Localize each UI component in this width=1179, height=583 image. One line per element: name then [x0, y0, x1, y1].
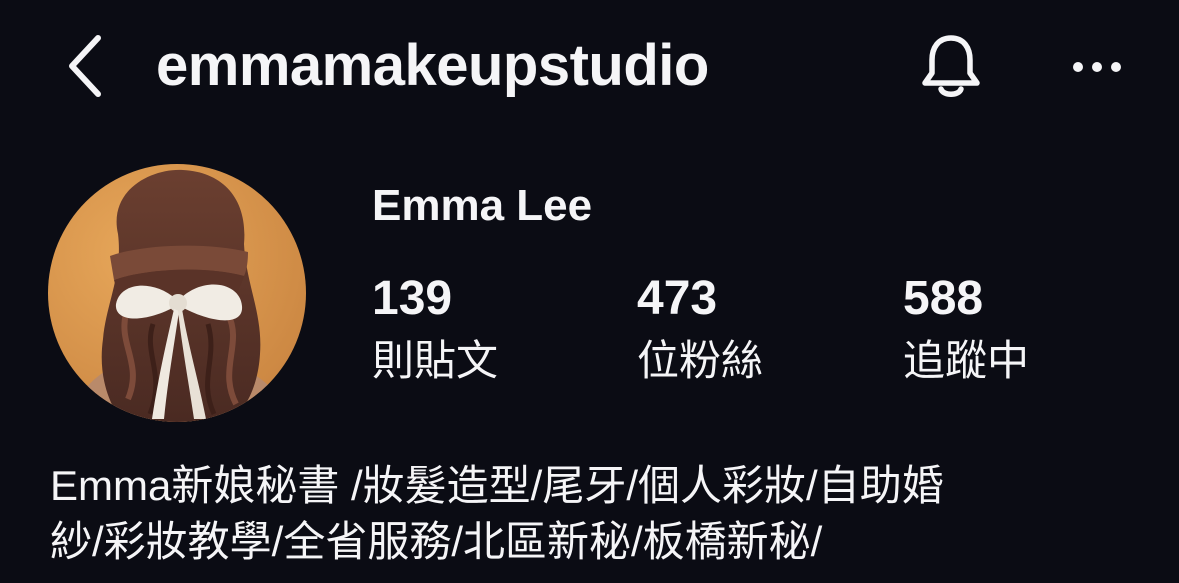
avatar-image [48, 164, 306, 422]
posts-count: 139 [372, 272, 453, 325]
more-horizontal-icon [1073, 62, 1121, 72]
chevron-left-icon [69, 35, 101, 97]
profile-bio: Emma新娘秘書 /妝髮造型/尾牙/個人彩妝/自助婚 紗/彩妝教學/全省服務/北… [50, 458, 1140, 570]
more-options-button[interactable] [1062, 42, 1132, 92]
notifications-button[interactable] [912, 28, 990, 106]
profile-username: emmamakeupstudio [156, 33, 709, 98]
bell-icon [922, 35, 980, 97]
profile-display-name: Emma Lee [372, 181, 593, 230]
back-button[interactable] [58, 30, 110, 102]
following-label: 追蹤中 [903, 337, 1030, 384]
posts-label: 則貼文 [372, 337, 499, 384]
following-stat[interactable]: 588 追蹤中 [903, 270, 1029, 390]
profile-header: emmamakeupstudio [0, 0, 1179, 135]
following-count: 588 [903, 272, 984, 325]
followers-count: 473 [637, 272, 718, 325]
profile-avatar[interactable] [48, 164, 306, 422]
bio-line: Emma新娘秘書 /妝髮造型/尾牙/個人彩妝/自助婚 [50, 462, 944, 509]
bio-line: 紗/彩妝教學/全省服務/北區新秘/板橋新秘/ [50, 518, 823, 565]
followers-stat[interactable]: 473 位粉絲 [637, 270, 763, 390]
followers-label: 位粉絲 [637, 337, 764, 384]
posts-stat[interactable]: 139 則貼文 [372, 270, 498, 390]
